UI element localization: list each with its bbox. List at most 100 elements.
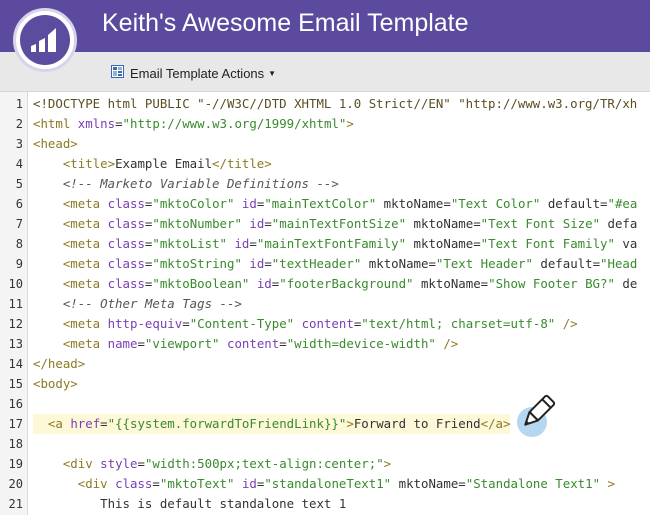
code-token: <meta xyxy=(62,216,108,231)
pencil-icon xyxy=(510,392,560,442)
code-token: = xyxy=(137,336,145,351)
template-grid-icon xyxy=(111,65,124,81)
code-line[interactable]: 14 </head> xyxy=(0,354,650,374)
code-token: href xyxy=(70,416,101,431)
code-line[interactable]: 13 <meta name="viewport" content="width=… xyxy=(0,334,650,354)
code-token: = xyxy=(137,456,145,471)
code-line[interactable]: 1 <!DOCTYPE html PUBLIC "-//W3C//DTD XHTM… xyxy=(0,94,650,114)
actions-label: Email Template Actions xyxy=(130,65,265,81)
code-token: class xyxy=(107,276,145,291)
line-number: 20 xyxy=(8,477,23,491)
code-line[interactable]: 12 <meta http-equiv="Content-Type" conte… xyxy=(0,314,650,334)
code-token: </title> xyxy=(212,156,272,171)
code-text: <!-- Other Meta Tags --> xyxy=(33,294,242,314)
code-token: "Text Font Family" xyxy=(480,236,615,251)
code-text: <html xmlns="http://www.w3.org/1999/xhtm… xyxy=(33,114,354,134)
code-token: mktoName= xyxy=(376,196,451,211)
code-token: "mainTextFontSize" xyxy=(271,216,407,231)
code-text: <meta class="mktoColor" id="mainTextColo… xyxy=(33,194,638,214)
code-token: <title> xyxy=(62,156,116,171)
code-token: defa xyxy=(600,216,638,231)
code-line[interactable]: 20 <div class="mktoText" id="standaloneT… xyxy=(0,474,650,494)
code-token: <head> xyxy=(33,136,78,151)
code-line[interactable]: 10 <meta class="mktoBoolean" id="footerB… xyxy=(0,274,650,294)
email-template-actions-button[interactable]: Email Template Actions ▼ xyxy=(111,64,276,82)
code-line[interactable]: 15 <body> xyxy=(0,374,650,394)
code-token: = xyxy=(264,256,272,271)
code-token: > xyxy=(346,116,354,131)
code-text: <meta http-equiv="Content-Type" content=… xyxy=(33,314,578,334)
line-number: 21 xyxy=(8,497,23,511)
code-text: <meta name="viewport" content="width=dev… xyxy=(33,334,458,354)
code-text: <title>Example Email</title> xyxy=(33,154,272,174)
code-token: <meta xyxy=(62,236,108,251)
code-token: <meta xyxy=(62,276,108,291)
line-number: 15 xyxy=(8,377,23,391)
code-token: "viewport" xyxy=(144,336,220,351)
code-line[interactable]: 8 <meta class="mktoList" id="mainTextFon… xyxy=(0,234,650,254)
marketo-logo-icon[interactable] xyxy=(13,8,77,72)
code-token: "text/html; charset=utf-8" xyxy=(361,316,556,331)
line-number: 1 xyxy=(15,97,23,111)
code-text: This is default standalone text 1 xyxy=(33,494,346,514)
code-token: "standaloneText1" xyxy=(264,476,392,491)
code-line[interactable]: 3 <head> xyxy=(0,134,650,154)
code-line[interactable]: 21 This is default standalone text 1 xyxy=(0,494,650,514)
code-token: </a> xyxy=(480,416,511,431)
code-line[interactable]: 11 <!-- Other Meta Tags --> xyxy=(0,294,650,314)
code-token: de xyxy=(614,276,638,291)
code-token: id xyxy=(256,276,272,291)
code-token: id xyxy=(234,236,250,251)
code-line[interactable]: 4 <title>Example Email</title> xyxy=(0,154,650,174)
line-number: 4 xyxy=(15,157,23,171)
code-token: "width:500px;text-align:center;" xyxy=(144,456,384,471)
code-token: <meta xyxy=(62,196,108,211)
line-number: 12 xyxy=(8,317,23,331)
code-token: class xyxy=(107,236,145,251)
code-token: "Text Font Size" xyxy=(480,216,601,231)
code-line[interactable]: 19 <div style="width:500px;text-align:ce… xyxy=(0,454,650,474)
page-title: Keith's Awesome Email Template xyxy=(102,9,469,37)
code-token: <div xyxy=(62,456,101,471)
code-text: <head> xyxy=(33,134,78,154)
code-text: <body> xyxy=(33,374,78,394)
code-token: "width=device-width" xyxy=(286,336,436,351)
code-token: </head> xyxy=(33,356,86,371)
code-line[interactable]: 6 <meta class="mktoColor" id="mainTextCo… xyxy=(0,194,650,214)
code-token: <meta xyxy=(62,256,108,271)
code-token: /> xyxy=(555,316,578,331)
code-token: "mktoBoolean" xyxy=(152,276,250,291)
line-number: 8 xyxy=(15,237,23,251)
code-token: Example Email xyxy=(115,156,213,171)
line-number: 2 xyxy=(15,117,23,131)
code-token: "Show Footer BG?" xyxy=(488,276,615,291)
code-token: "footerBackground" xyxy=(279,276,414,291)
code-token: = xyxy=(152,476,160,491)
code-token: class xyxy=(115,476,153,491)
code-token: "Content-Type" xyxy=(189,316,295,331)
code-text: <!DOCTYPE html PUBLIC "-//W3C//DTD XHTML… xyxy=(33,94,637,114)
code-token: default= xyxy=(540,196,608,211)
code-token: <!-- Marketo Variable Definitions --> xyxy=(62,176,339,191)
code-line[interactable]: 7 <meta class="mktoNumber" id="mainTextF… xyxy=(0,214,650,234)
code-token: mktoName= xyxy=(361,256,436,271)
code-line[interactable]: 5 <!-- Marketo Variable Definitions --> xyxy=(0,174,650,194)
code-line[interactable]: 2 <html xmlns="http://www.w3.org/1999/xht… xyxy=(0,114,650,134)
code-editor[interactable]: 1 <!DOCTYPE html PUBLIC "-//W3C//DTD XHTM… xyxy=(0,92,650,515)
line-number: 16 xyxy=(8,397,23,411)
code-token: "mktoNumber" xyxy=(152,216,242,231)
code-line[interactable]: 9 <meta class="mktoString" id="textHeade… xyxy=(0,254,650,274)
code-token: <meta xyxy=(62,316,108,331)
line-number: 18 xyxy=(8,437,23,451)
code-token: <meta xyxy=(62,336,108,351)
code-token: "mktoColor" xyxy=(152,196,235,211)
